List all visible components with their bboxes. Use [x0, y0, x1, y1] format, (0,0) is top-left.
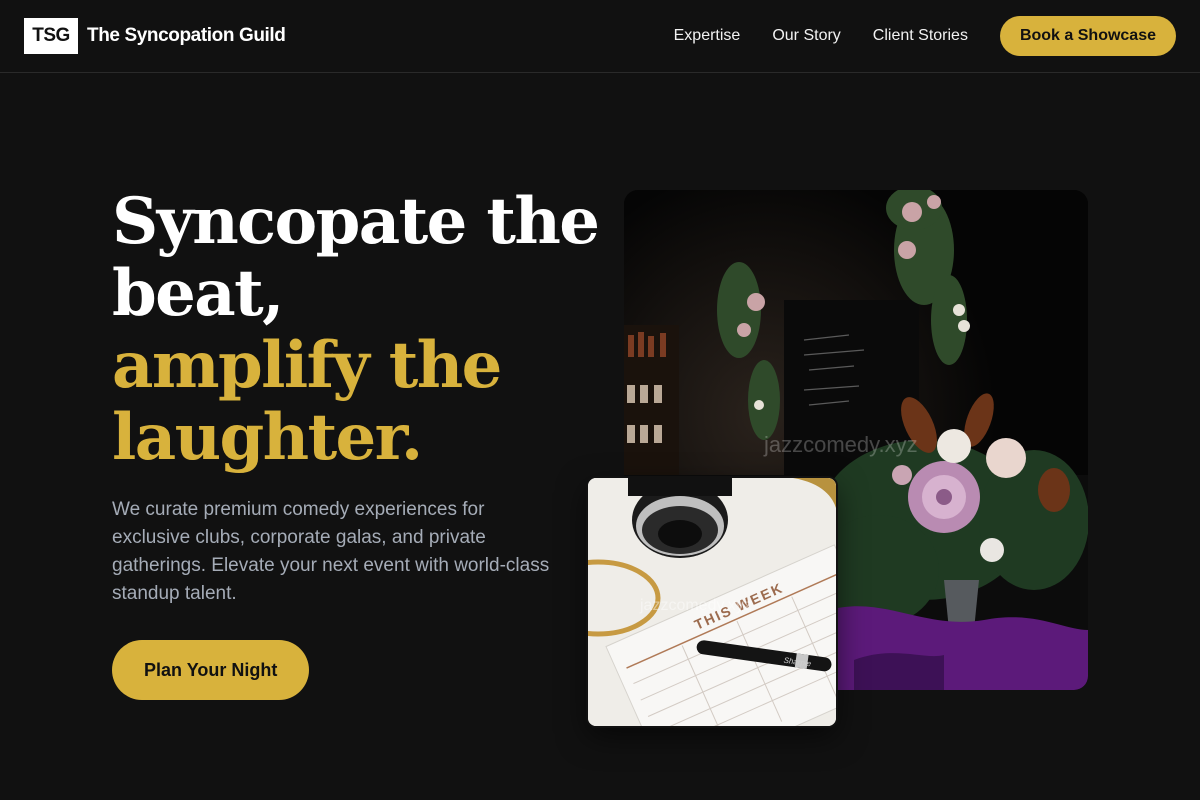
hero-headline: Syncopate the beat, amplify the laughter… [112, 184, 600, 475]
brand[interactable]: TSG The Syncopation Guild [24, 18, 286, 54]
planner-watermark: jazzcomedy.xyz [639, 597, 752, 614]
brand-name[interactable]: The Syncopation Guild [87, 25, 286, 47]
nav-link-expertise[interactable]: Expertise [674, 27, 741, 45]
plan-your-night-button[interactable]: Plan Your Night [112, 640, 310, 700]
hero-content: Syncopate the beat, amplify the laughter… [112, 184, 600, 700]
headline-line-3: amplify the [112, 328, 502, 403]
headline-line-1: Syncopate the [112, 184, 600, 259]
planner-photo: THIS WEEK Sharpie jazzcomedy.xyz [588, 478, 836, 726]
hero-description: We curate premium comedy experiences for… [112, 499, 550, 604]
nav-link-our-story[interactable]: Our Story [772, 27, 840, 45]
headline-line-2: beat, [112, 256, 284, 331]
brand-logo[interactable]: TSG [24, 18, 78, 54]
main-nav: Expertise Our Story Client Stories Book … [674, 16, 1176, 56]
main-watermark: jazzcomedy.xyz [763, 432, 918, 457]
headline-line-4: laughter. [112, 400, 423, 475]
book-showcase-button[interactable]: Book a Showcase [999, 16, 1176, 56]
top-navbar: TSG The Syncopation Guild Expertise Our … [0, 0, 1200, 73]
nav-link-client-stories[interactable]: Client Stories [873, 27, 968, 45]
